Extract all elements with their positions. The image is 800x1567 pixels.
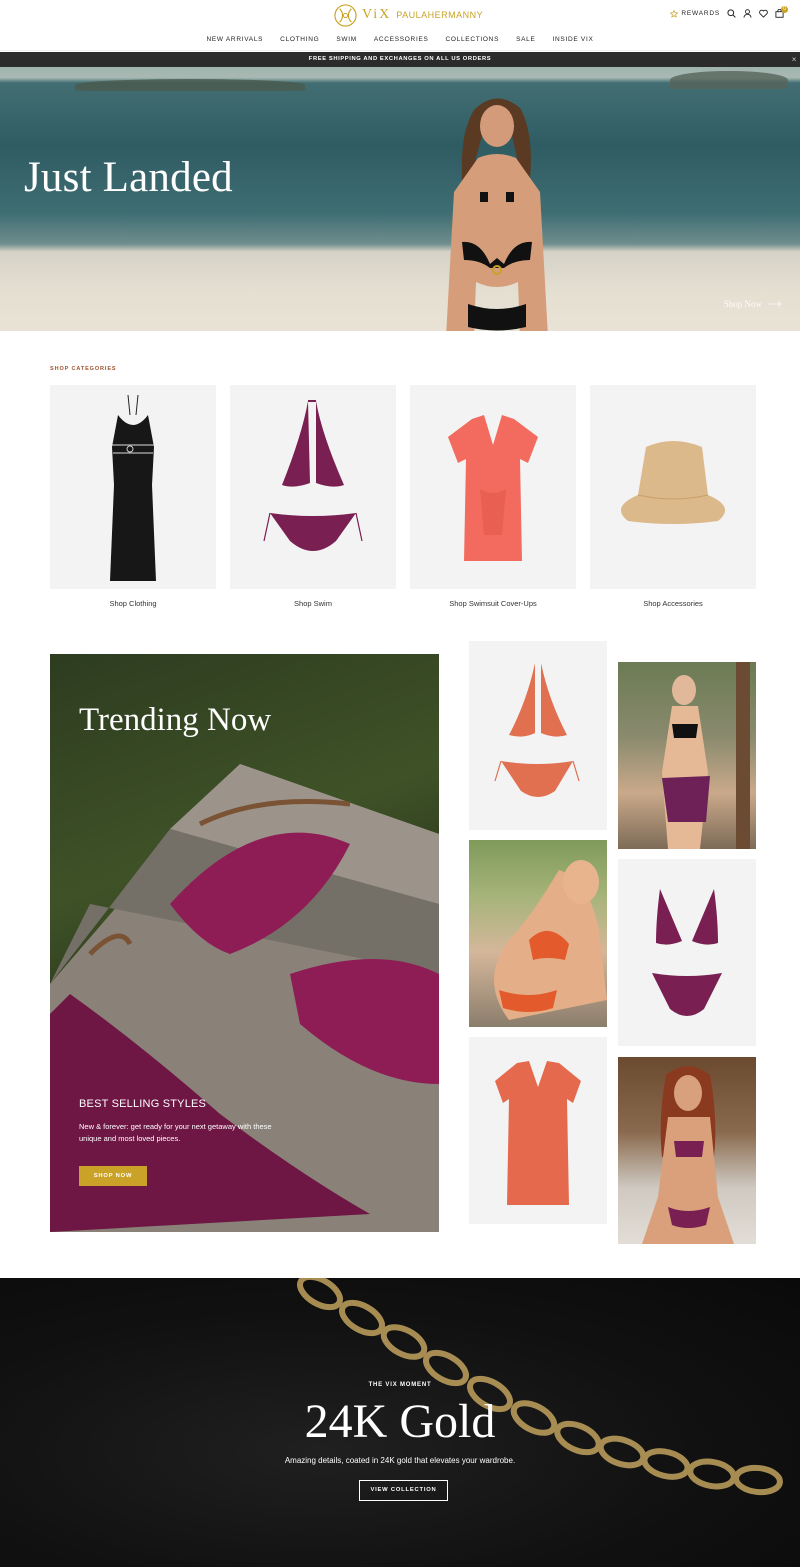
wishlist-heart-icon[interactable] [759, 9, 768, 18]
hero-island-right [670, 71, 788, 89]
trending-now-banner[interactable]: Trending Now BEST SELLING STYLES New & f… [50, 654, 439, 1232]
star-icon [670, 9, 679, 18]
rewards-link[interactable]: REWARDS [670, 9, 720, 18]
category-card-coverups[interactable]: Shop Swimsuit Cover-Ups [410, 385, 576, 608]
nav-new-arrivals[interactable]: NEW ARRIVALS [206, 36, 263, 43]
category-label-clothing: Shop Clothing [109, 599, 157, 608]
model-sarong-image [662, 662, 750, 849]
category-image-clothing [50, 385, 216, 589]
promo-text: FREE SHIPPING AND EXCHANGES ON ALL US OR… [308, 56, 492, 62]
trending-shop-now-button[interactable]: SHOP NOW [79, 1166, 147, 1186]
product-tile-model-plum[interactable] [618, 1057, 756, 1244]
logo-subtext: PAULAHERMANNY [396, 10, 484, 20]
categories-heading: SHOP CATEGORIES [50, 366, 117, 372]
gold-description: Amazing details, coated in 24K gold that… [284, 1456, 516, 1465]
nav-collections[interactable]: COLLECTIONS [446, 36, 500, 43]
main-navigation: NEW ARRIVALS CLOTHING SWIM ACCESSORIES C… [0, 36, 800, 43]
search-icon[interactable] [727, 9, 736, 18]
cart-count-badge: 0 [781, 6, 788, 13]
model-plum-bikini-image [642, 1066, 734, 1244]
wrap-dress-image [495, 1061, 581, 1205]
nav-inside-vix[interactable]: INSIDE VIX [553, 36, 594, 43]
trending-description: New & forever: get ready for your next g… [79, 1122, 272, 1143]
hero-island-left [75, 79, 305, 91]
model-orange-bikini-image [494, 860, 607, 1020]
product-tile-model-orange[interactable] [469, 840, 607, 1027]
nav-accessories[interactable]: ACCESSORIES [374, 36, 429, 43]
promo-close-icon[interactable]: × [792, 52, 797, 67]
category-label-swim: Shop Swim [294, 599, 332, 608]
hero-cta-label: Shop Now [723, 299, 762, 309]
category-card-accessories[interactable]: Shop Accessories [590, 385, 756, 608]
trending-subtitle: BEST SELLING STYLES [79, 1098, 207, 1110]
dress-icon [110, 394, 156, 581]
product-tile-wrap-dress[interactable] [469, 1037, 607, 1224]
category-image-swim [230, 385, 396, 589]
gold-title: 24K Gold [304, 1395, 496, 1448]
hero-model-image [446, 98, 548, 331]
gold-eyebrow: THE VIX MOMENT [368, 1382, 432, 1388]
category-image-accessories [590, 385, 756, 589]
rewards-label: REWARDS [681, 10, 720, 17]
logo-text: ViX [362, 7, 392, 22]
header-utilities: REWARDS 0 [670, 6, 788, 18]
arrow-right-icon [768, 301, 782, 307]
trending-product-image [50, 764, 439, 1232]
nav-sale[interactable]: SALE [516, 36, 535, 43]
view-collection-button[interactable]: VIEW COLLECTION [359, 1480, 448, 1501]
category-card-swim[interactable]: Shop Swim [230, 385, 396, 608]
hero-banner[interactable]: Just Landed Shop Now [0, 67, 800, 331]
product-tile-model-sarong[interactable] [618, 662, 756, 849]
promo-bar: FREE SHIPPING AND EXCHANGES ON ALL US OR… [0, 52, 800, 67]
site-header: ViX PAULAHERMANNY REWARDS 0 NEW ARRIVALS… [0, 0, 800, 51]
hat-icon [620, 441, 726, 524]
brand-logo[interactable]: ViX PAULAHERMANNY [334, 3, 483, 27]
nav-clothing[interactable]: CLOTHING [280, 36, 319, 43]
account-icon[interactable] [743, 9, 752, 18]
category-card-clothing[interactable]: Shop Clothing [50, 385, 216, 608]
nav-swim[interactable]: SWIM [336, 36, 357, 43]
bikini-print-image [494, 663, 580, 797]
gold-collection-banner[interactable]: THE VIX MOMENT 24K Gold Amazing details,… [0, 1278, 800, 1567]
hero-shop-now-link[interactable]: Shop Now [724, 299, 782, 309]
logo-mark-icon [334, 3, 357, 27]
category-image-coverups [410, 385, 576, 589]
cart-button[interactable]: 0 [775, 6, 788, 18]
bikini-plum-image [652, 889, 722, 1016]
category-label-accessories: Shop Accessories [643, 599, 703, 608]
coverup-icon [448, 415, 538, 561]
trending-title: Trending Now [79, 702, 272, 738]
bikini-icon [263, 400, 363, 551]
hero-title: Just Landed [24, 154, 233, 201]
category-label-coverups: Shop Swimsuit Cover-Ups [449, 599, 537, 608]
product-tile-bikini-plum[interactable] [618, 859, 756, 1046]
product-tile-bikini-print[interactable] [469, 641, 607, 830]
